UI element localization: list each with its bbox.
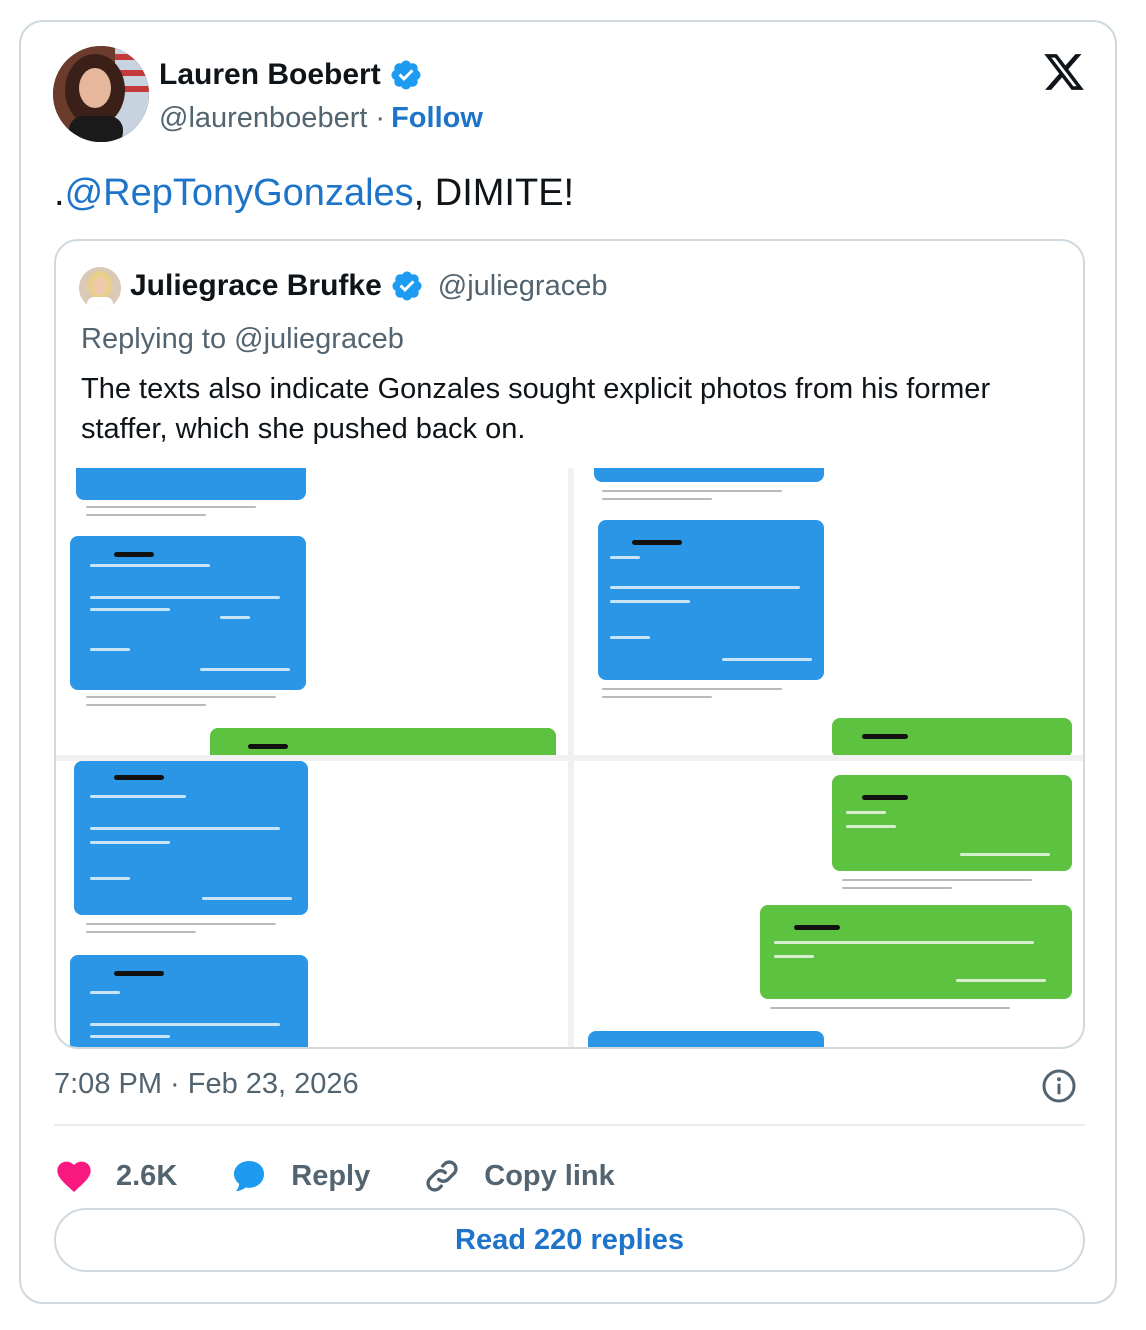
redaction-mark [114, 775, 164, 780]
verified-badge-icon [392, 271, 422, 301]
text-line [770, 1007, 1010, 1009]
quoted-media-grid[interactable] [56, 468, 1083, 1047]
text-line [90, 1035, 170, 1038]
text-line [774, 941, 1034, 944]
x-logo-icon[interactable] [1041, 50, 1087, 94]
quoted-author-avatar[interactable] [79, 267, 121, 309]
message-bubble [588, 1031, 824, 1047]
text-line [956, 979, 1046, 982]
tweet-card: Lauren Boebert @laurenboebert · Follow .… [19, 20, 1117, 1304]
text-line [774, 955, 814, 958]
tweet-suffix: , DIMITE! [413, 172, 575, 214]
message-bubble [70, 536, 306, 690]
reply-label: Reply [291, 1159, 371, 1192]
text-line [960, 853, 1050, 856]
link-icon [426, 1160, 458, 1192]
speech-bubble-icon [234, 1161, 265, 1191]
redaction-mark [114, 552, 154, 557]
tweet-prefix: . [54, 172, 65, 214]
media-image-1[interactable] [56, 468, 568, 755]
replying-to: Replying to @juliegraceb [81, 323, 404, 355]
text-line [86, 931, 196, 933]
text-line [842, 879, 1032, 881]
message-bubble [74, 761, 308, 915]
text-line [842, 887, 952, 889]
author-handle-row: @laurenboebert · Follow [159, 102, 483, 135]
tweet-timestamp[interactable]: 7:08 PM · Feb 23, 2026 [54, 1068, 359, 1101]
author-name-row: Lauren Boebert [159, 58, 423, 92]
verified-badge-icon [391, 60, 421, 90]
text-line [86, 923, 276, 925]
redaction-mark [862, 795, 908, 800]
redaction-mark [248, 744, 288, 749]
text-line [90, 991, 120, 994]
text-line [90, 827, 280, 830]
tweet-text: .@RepTonyGonzales, DIMITE! [54, 172, 574, 215]
text-line [90, 596, 280, 599]
text-line [86, 506, 256, 508]
author-handle[interactable]: @laurenboebert [159, 102, 367, 135]
message-bubble [760, 905, 1072, 999]
redaction-mark [862, 734, 908, 739]
message-bubble [76, 468, 306, 500]
media-image-2[interactable] [574, 468, 1083, 755]
message-bubble [210, 728, 556, 755]
quoted-tweet[interactable]: Juliegrace Brufke @juliegraceb Replying … [54, 239, 1085, 1049]
text-line [90, 648, 130, 651]
heart-icon [57, 1161, 91, 1192]
copy-link-button[interactable]: Copy link [422, 1156, 615, 1196]
text-line [220, 616, 250, 619]
text-line [90, 795, 186, 798]
author-avatar[interactable] [53, 46, 149, 142]
text-line [610, 636, 650, 639]
media-image-4[interactable] [574, 761, 1083, 1047]
text-line [86, 514, 206, 516]
read-replies-button[interactable]: Read 220 replies [54, 1208, 1085, 1272]
redaction-mark [114, 971, 164, 976]
text-line [90, 1023, 280, 1026]
follow-button[interactable]: Follow [391, 102, 483, 135]
text-line [846, 825, 896, 828]
text-line [90, 877, 130, 880]
redaction-mark [794, 925, 840, 930]
message-bubble [598, 520, 824, 680]
text-line [602, 490, 782, 492]
text-line [610, 600, 690, 603]
text-line [602, 696, 712, 698]
text-line [90, 841, 170, 844]
message-bubble [594, 468, 824, 482]
message-bubble [832, 718, 1072, 755]
info-icon[interactable] [1041, 1068, 1077, 1104]
text-line [610, 586, 800, 589]
text-line [602, 498, 712, 500]
reply-button[interactable]: Reply [229, 1156, 370, 1196]
redaction-mark [632, 540, 682, 545]
text-line [722, 658, 812, 661]
quoted-author-handle[interactable]: @juliegraceb [438, 270, 608, 303]
mention-link[interactable]: @RepTonyGonzales [65, 172, 414, 214]
quoted-text: The texts also indicate Gonzales sought … [81, 373, 991, 445]
text-line [202, 897, 292, 900]
separator-dot: · [375, 102, 386, 134]
text-line [610, 556, 640, 559]
author-name[interactable]: Lauren Boebert [159, 58, 381, 92]
action-bar: 2.6K Reply Copy link [54, 1148, 667, 1204]
media-image-3[interactable] [56, 761, 568, 1047]
text-line [90, 608, 170, 611]
text-line [90, 564, 210, 567]
text-line [86, 704, 206, 706]
text-line [846, 811, 886, 814]
text-line [86, 696, 276, 698]
message-bubble [70, 955, 308, 1047]
text-line [602, 688, 782, 690]
text-line [200, 668, 290, 671]
quoted-header: Juliegrace Brufke @juliegraceb [130, 269, 607, 303]
copy-link-label: Copy link [484, 1159, 615, 1192]
divider [54, 1124, 1085, 1126]
like-button[interactable]: 2.6K [54, 1156, 177, 1196]
like-count: 2.6K [116, 1159, 178, 1192]
message-bubble [832, 775, 1072, 871]
quoted-author-name[interactable]: Juliegrace Brufke [130, 269, 382, 303]
